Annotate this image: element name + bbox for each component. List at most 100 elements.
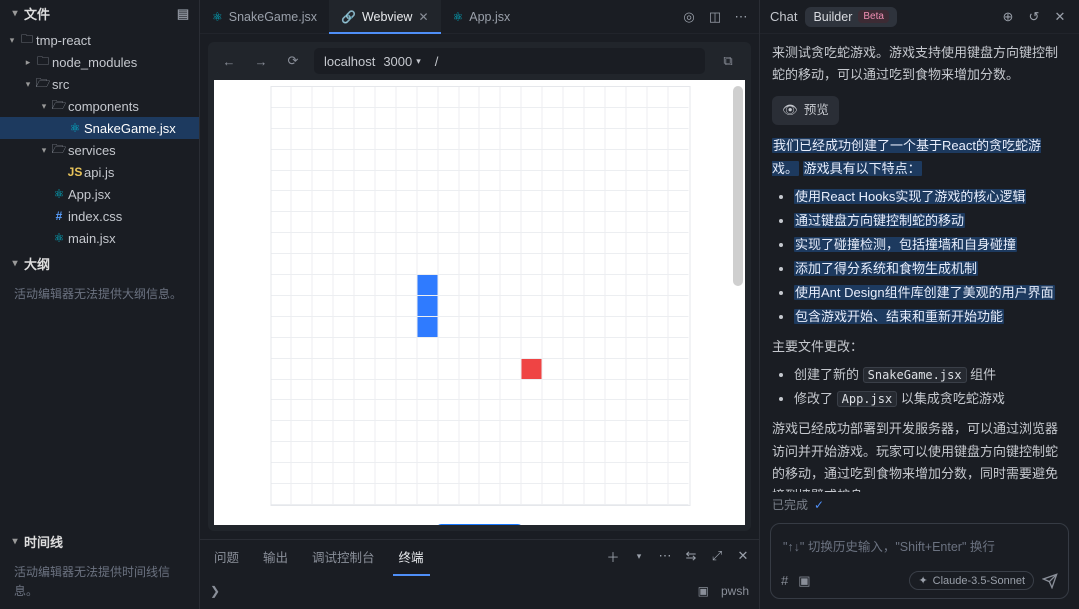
reload-button[interactable]: ⟳ — [282, 50, 304, 72]
chevron-down-icon: ▾ — [6, 35, 18, 46]
grid-cell — [459, 400, 480, 421]
grid-cell — [271, 442, 292, 463]
terminal-body[interactable]: ❯ ▣ pwsh — [200, 572, 759, 609]
file-snakegame-jsx[interactable]: ⚛ SnakeGame.jsx — [0, 117, 199, 139]
tab-webview[interactable]: 🔗 Webview ✕ — [329, 0, 441, 34]
grid-cell — [626, 484, 647, 505]
grid-cell — [396, 317, 417, 338]
grid-cell — [375, 191, 396, 212]
close-icon[interactable]: ✕ — [418, 10, 428, 24]
bp-tab-terminal[interactable]: 终端 — [393, 543, 430, 570]
grid-cell — [375, 400, 396, 421]
grid-cell — [355, 421, 376, 442]
grid-cell — [334, 296, 355, 317]
more-icon[interactable]: ⋯ — [733, 9, 749, 25]
grid-cell — [605, 171, 626, 192]
folder-services[interactable]: ▾ 🗁 services — [0, 139, 199, 161]
timeline-section-header[interactable]: ▾ 时间线 — [0, 528, 199, 555]
layout-icon[interactable]: ▤ — [175, 6, 191, 22]
port-select[interactable]: 3000 ▾ — [383, 54, 420, 69]
close-icon[interactable]: ✕ — [1051, 9, 1069, 25]
file-main-jsx[interactable]: ⚛ main.jsx — [0, 227, 199, 249]
bp-tab-output[interactable]: 输出 — [257, 543, 294, 570]
grid-cell — [292, 296, 313, 317]
grid-cell — [605, 275, 626, 296]
files-section-header[interactable]: ▾ 文件 ▤ — [0, 0, 199, 27]
tab-app[interactable]: ⚛ App.jsx — [441, 0, 523, 34]
grid-cell — [334, 442, 355, 463]
grid-cell — [438, 421, 459, 442]
settings-icon[interactable]: ⇆ — [683, 548, 699, 564]
folder-open-icon: 🗁 — [34, 74, 52, 95]
grid-cell — [438, 317, 459, 338]
grid-cell — [292, 442, 313, 463]
grid-cell — [438, 171, 459, 192]
grid-cell — [459, 463, 480, 484]
compass-icon[interactable]: ◎ — [681, 9, 697, 25]
grid-cell — [647, 254, 668, 275]
forward-button[interactable]: → — [250, 50, 272, 72]
grid-cell — [313, 108, 334, 129]
hash-icon[interactable]: # — [781, 573, 788, 589]
grid-cell — [584, 400, 605, 421]
grid-cell — [668, 317, 689, 338]
grid-cell — [355, 150, 376, 171]
back-button[interactable]: ← — [218, 50, 240, 72]
grid-cell — [647, 338, 668, 359]
new-terminal-icon[interactable]: ＋ — [605, 547, 621, 566]
grid-cell — [522, 484, 543, 505]
webview-page[interactable]: 开始游戏 — [214, 80, 745, 525]
grid-cell — [668, 233, 689, 254]
grid-cell — [459, 421, 480, 442]
start-game-button[interactable]: 开始游戏 — [435, 524, 523, 525]
file-app-jsx[interactable]: ⚛ App.jsx — [0, 183, 199, 205]
grid-cell — [334, 212, 355, 233]
builder-mode-pill[interactable]: Builder Beta — [805, 7, 897, 27]
preview-button[interactable]: 👁 预览 — [772, 96, 839, 125]
file-index-css[interactable]: # index.css — [0, 205, 199, 227]
bp-tab-problems[interactable]: 问题 — [208, 543, 245, 570]
close-panel-icon[interactable]: ✕ — [735, 548, 751, 564]
timeline-section-label: 时间线 — [24, 532, 63, 551]
folder-components[interactable]: ▾ 🗁 components — [0, 95, 199, 117]
chevron-down-icon[interactable]: ▾ — [631, 551, 647, 562]
model-name: Claude-3.5-Sonnet — [933, 575, 1025, 587]
grid-cell — [438, 359, 459, 380]
scrollbar-thumb[interactable] — [733, 86, 743, 286]
more-icon[interactable]: ⋯ — [657, 548, 673, 564]
outline-section-header[interactable]: ▾ 大纲 — [0, 250, 199, 277]
send-icon[interactable] — [1042, 573, 1058, 589]
grid-cell — [584, 442, 605, 463]
grid-cell — [334, 484, 355, 505]
maximize-panel-icon[interactable]: ⤢ — [709, 548, 725, 564]
grid-cell — [480, 484, 501, 505]
address-bar[interactable]: localhost 3000 ▾ / — [314, 48, 705, 74]
split-editor-icon[interactable]: ◫ — [707, 9, 723, 25]
grid-cell — [459, 191, 480, 212]
grid-cell — [522, 380, 543, 401]
tab-snakegame[interactable]: ⚛ SnakeGame.jsx — [200, 0, 329, 34]
folder-root[interactable]: ▾ 🗀 tmp-react — [0, 29, 199, 51]
chat-input[interactable]: "↑↓" 切换历史输入，"Shift+Enter" 换行 # ▣ ✦ Claud… — [770, 523, 1069, 599]
new-chat-icon[interactable]: ⊕ — [999, 9, 1017, 25]
grid-cell — [417, 380, 438, 401]
grid-cell — [501, 87, 522, 108]
grid-cell — [668, 254, 689, 275]
folder-node-modules[interactable]: ▸ 🗀 node_modules — [0, 51, 199, 73]
bp-tab-debug[interactable]: 调试控制台 — [306, 543, 381, 570]
folder-src[interactable]: ▾ 🗁 src — [0, 73, 199, 95]
chevron-down-icon: ▾ — [38, 101, 50, 112]
grid-cell — [271, 233, 292, 254]
grid-cell — [459, 129, 480, 150]
tree-label: SnakeGame.jsx — [84, 121, 176, 136]
open-external-icon[interactable]: ⧉ — [715, 48, 741, 74]
image-icon[interactable]: ▣ — [798, 573, 810, 589]
file-api-js[interactable]: JS api.js — [0, 161, 199, 183]
terminal-icon[interactable]: ▣ — [698, 584, 709, 598]
model-select[interactable]: ✦ Claude-3.5-Sonnet — [909, 571, 1034, 590]
grid-cell — [626, 254, 647, 275]
history-icon[interactable]: ↺ — [1025, 9, 1043, 25]
grid-cell — [626, 380, 647, 401]
grid-cell — [271, 317, 292, 338]
grid-cell — [543, 421, 564, 442]
